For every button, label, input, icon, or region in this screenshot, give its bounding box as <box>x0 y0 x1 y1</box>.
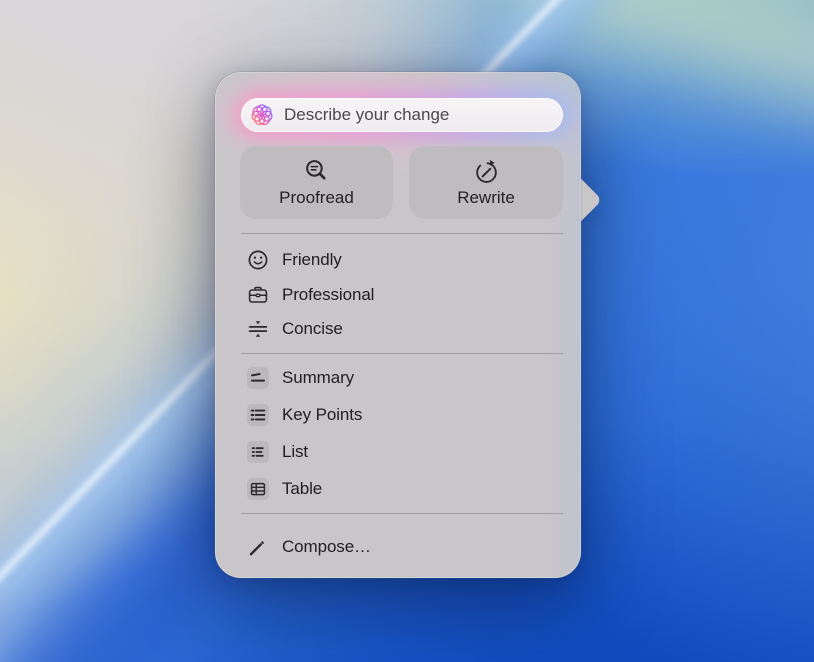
proofread-label: Proofread <box>279 188 354 208</box>
menu-item-label: Compose… <box>282 537 371 557</box>
smiley-icon <box>241 247 275 273</box>
menu-item-concise[interactable]: Concise <box>241 312 563 346</box>
menu-item-label: Key Points <box>282 405 362 425</box>
menu-item-key-points[interactable]: Key Points <box>241 398 563 432</box>
summary-lines-icon <box>247 367 269 389</box>
proofread-button[interactable]: Proofread <box>240 146 393 219</box>
divider <box>241 513 563 514</box>
rewrite-circle-pencil-icon <box>473 158 500 185</box>
menu-item-label: Table <box>282 479 322 499</box>
menu-item-compose[interactable]: Compose… <box>241 530 563 564</box>
writing-tools-popover: Proofread Rewrite Friendly <box>215 72 581 578</box>
menu-item-professional[interactable]: Professional <box>241 278 563 312</box>
briefcase-icon <box>241 282 275 308</box>
divider <box>241 233 563 234</box>
describe-change-input[interactable] <box>282 99 563 131</box>
table-grid-icon <box>247 478 269 500</box>
menu-item-label: Concise <box>282 319 343 339</box>
compress-lines-icon <box>241 316 275 342</box>
rewrite-button[interactable]: Rewrite <box>409 146 563 219</box>
menu-item-label: Friendly <box>282 250 342 270</box>
bulleted-list-icon <box>247 404 269 426</box>
small-list-icon <box>247 441 269 463</box>
apple-intelligence-icon <box>250 103 274 127</box>
rewrite-label: Rewrite <box>457 188 515 208</box>
divider <box>241 353 563 354</box>
proofread-magnifier-icon <box>303 158 330 185</box>
pencil-icon <box>241 534 275 560</box>
menu-item-table[interactable]: Table <box>241 472 563 506</box>
menu-item-list[interactable]: List <box>241 435 563 469</box>
menu-item-label: List <box>282 442 308 462</box>
menu-item-label: Professional <box>282 285 374 305</box>
menu-item-label: Summary <box>282 368 354 388</box>
describe-change-field[interactable] <box>241 98 563 132</box>
menu-item-summary[interactable]: Summary <box>241 361 563 395</box>
popover-surface: Proofread Rewrite Friendly <box>215 72 581 578</box>
menu-item-friendly[interactable]: Friendly <box>241 243 563 277</box>
